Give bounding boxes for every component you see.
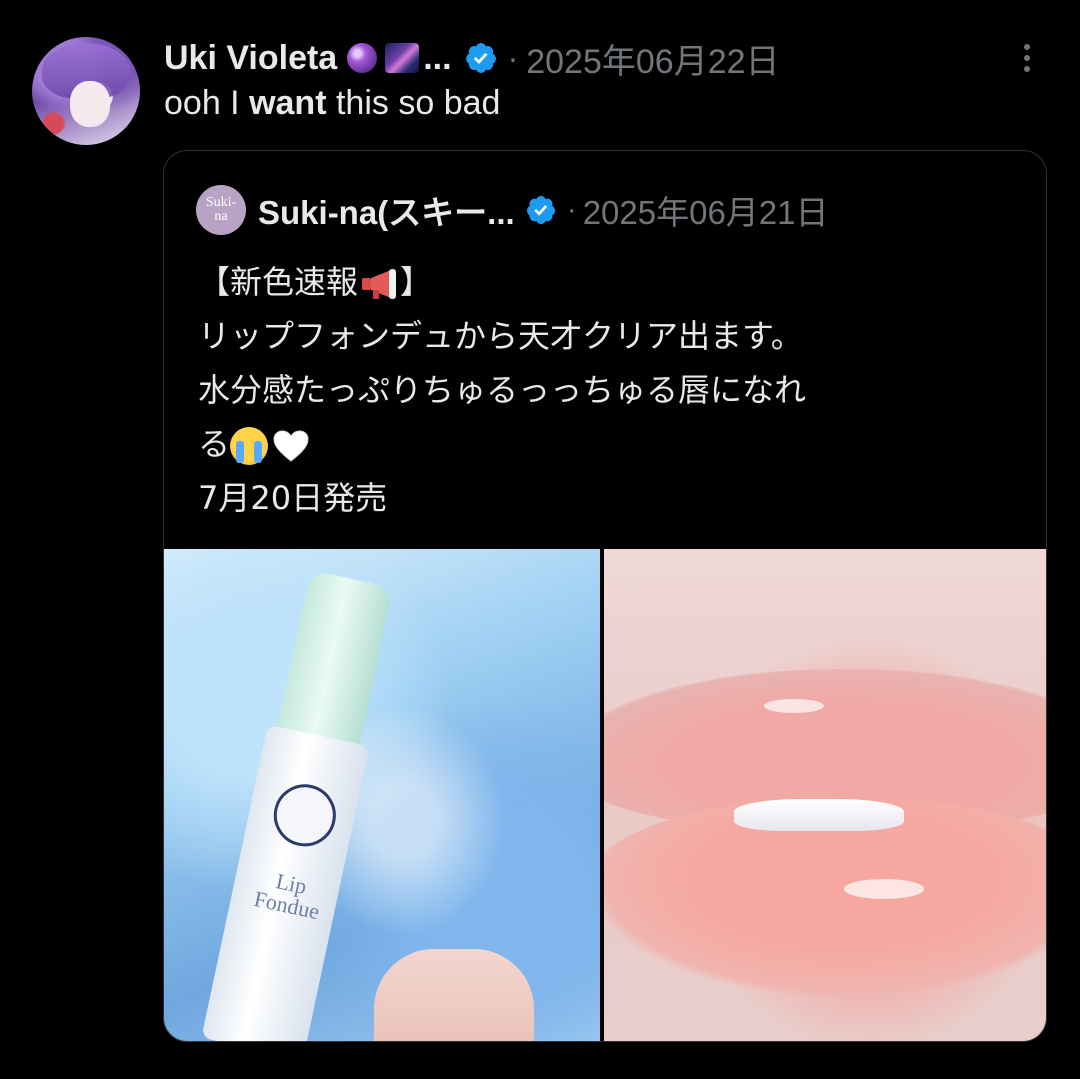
- quote-line-text: 【新色速報: [198, 263, 359, 301]
- tweet-text-part: this so bad: [326, 84, 501, 122]
- quote-date[interactable]: 2025年06月21日: [583, 186, 829, 234]
- quote-line: 7月20日発売: [198, 479, 388, 517]
- quote-line: 水分感たっぷりちゅるっっちゅる唇になれ: [198, 371, 807, 409]
- avatar-text: Suki-: [205, 195, 237, 210]
- verified-badge-icon[interactable]: [464, 41, 498, 75]
- separator-dot: ·: [566, 193, 577, 226]
- lip-shine: [764, 699, 825, 713]
- lips-photo[interactable]: [604, 549, 1046, 1041]
- quote-line: 【新色速報 】: [198, 255, 1018, 309]
- quote-line-text: 】: [400, 263, 433, 301]
- separator-dot: ·: [507, 39, 519, 76]
- crystal-ball-icon: [347, 43, 378, 73]
- product-photo[interactable]: Lip Fondue: [164, 549, 601, 1041]
- tweet-text: ooh I want this so bad: [164, 84, 500, 123]
- quote-text: 【新色速報 】 リップフォンデュから天才クリア出ます。 水分感たっぷりちゅるっっ…: [198, 255, 1018, 525]
- author-name[interactable]: Uki Violeta: [164, 39, 337, 78]
- tube-cap: [275, 570, 394, 755]
- tweet-header: Uki Violeta ... · 2025年06月22日: [164, 30, 780, 86]
- quote-author-avatar[interactable]: Suki- na: [196, 185, 246, 235]
- lip-tube: Lip Fondue: [196, 567, 411, 1041]
- white-heart-icon: [273, 430, 309, 462]
- lip-shine: [844, 879, 925, 899]
- name-ellipsis: ...: [423, 38, 452, 77]
- quote-header: Suki- na Suki-na(スキー... · 2025年06月21日: [196, 181, 829, 239]
- avatar-text: na: [214, 209, 228, 224]
- quote-line-text: る: [198, 425, 231, 463]
- tweet-text-part: ooh I: [164, 84, 250, 122]
- verified-badge-icon[interactable]: [525, 194, 557, 226]
- more-options-icon[interactable]: [1012, 38, 1042, 78]
- teeth: [734, 799, 905, 831]
- quoted-tweet[interactable]: Suki- na Suki-na(スキー... · 2025年06月21日 【新…: [163, 150, 1047, 1042]
- finger-shape: [374, 949, 534, 1041]
- megaphone-icon: [362, 269, 397, 299]
- more-dot: [1024, 44, 1030, 50]
- sob-face-icon: [230, 427, 269, 465]
- quote-line: る: [198, 417, 1018, 471]
- tweet-date[interactable]: 2025年06月22日: [526, 34, 779, 83]
- quote-line: リップフォンデュから天才クリア出ます。: [198, 317, 803, 355]
- avatar-face: [70, 81, 110, 127]
- tweet-text-bold: want: [249, 84, 327, 122]
- quote-author-name[interactable]: Suki-na(スキー...: [258, 186, 515, 234]
- more-dot: [1024, 55, 1030, 61]
- author-avatar[interactable]: [32, 37, 140, 145]
- milky-way-icon: [385, 43, 420, 73]
- tweet[interactable]: Uki Violeta ... · 2025年06月22日 ooh I want…: [0, 0, 1080, 1079]
- media-grid: Lip Fondue: [164, 549, 1046, 1041]
- more-dot: [1024, 66, 1030, 72]
